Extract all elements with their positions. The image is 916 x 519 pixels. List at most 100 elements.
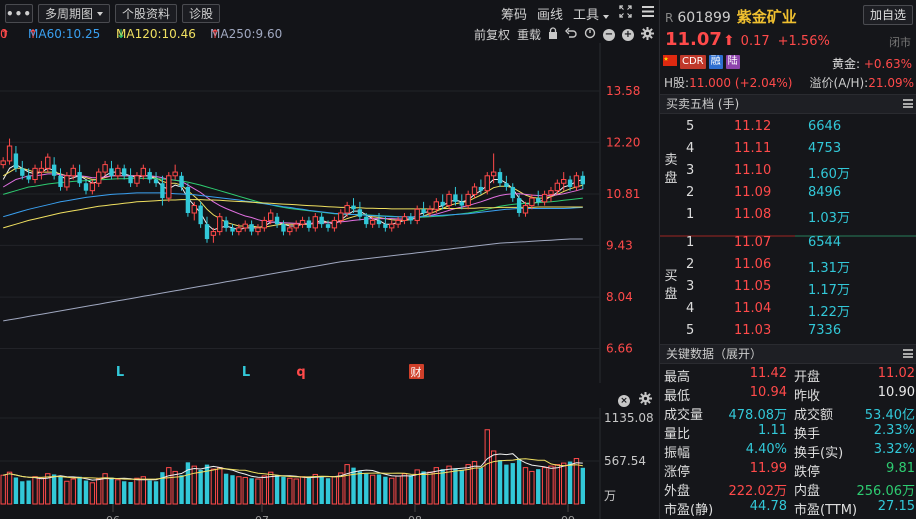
stock-diagnosis-button[interactable]: 诊股 <box>182 4 221 23</box>
candle-body <box>261 219 268 229</box>
forward-adjust-toggle[interactable]: 前复权 <box>474 26 510 43</box>
candle-body <box>401 216 408 221</box>
more-button[interactable]: ••• <box>5 4 33 23</box>
event-marker[interactable]: L <box>116 365 124 380</box>
reset-icon[interactable] <box>584 27 596 42</box>
candle-body <box>580 175 585 185</box>
chevron-down-icon <box>97 11 104 16</box>
candle-body <box>70 167 76 177</box>
candle-body <box>504 183 509 187</box>
ask-row[interactable]: 5 11.12 6646 <box>682 116 916 138</box>
volume-bar <box>217 467 223 505</box>
price-tick-label: 9.43 <box>606 238 633 252</box>
bid-level: 1 <box>686 235 695 250</box>
ask-row[interactable]: 1 11.08 1.03万 <box>682 204 916 226</box>
bid-row[interactable]: 4 11.04 1.22万 <box>682 298 916 320</box>
candle-body <box>274 216 280 225</box>
bid-row[interactable]: 3 11.05 1.17万 <box>682 276 916 298</box>
date-tick-label: 09 <box>561 514 575 519</box>
candle-body <box>147 172 152 180</box>
candle-body <box>325 224 331 228</box>
candle-body <box>490 171 497 177</box>
fullscreen-icon[interactable] <box>619 5 632 22</box>
volume-bar <box>319 475 324 504</box>
event-marker[interactable]: L <box>242 365 250 380</box>
candle-body <box>223 220 229 228</box>
candle-body <box>166 175 172 199</box>
volume-bar <box>13 477 19 504</box>
volume-bar <box>312 473 318 505</box>
candlestick-chart[interactable]: 13.58 12.20 10.81 9.43 8.04 6.66 L Lq 财 <box>0 43 658 383</box>
key-data-header[interactable]: 关键数据（展开） <box>660 344 916 364</box>
volume-bar <box>325 478 331 504</box>
settings-gear-icon[interactable] <box>641 26 654 43</box>
chevron-down-icon <box>603 15 609 19</box>
zoom-out-icon[interactable]: − <box>603 28 615 41</box>
indicator-settings-gear-icon[interactable] <box>639 392 652 408</box>
volume-bar <box>64 480 70 505</box>
candle-body <box>204 224 210 240</box>
reload-button[interactable]: 重载 <box>517 26 541 43</box>
tools-menu[interactable]: 工具 <box>573 4 609 23</box>
candle-body <box>541 193 548 203</box>
lock-icon[interactable] <box>548 27 558 42</box>
menu-icon[interactable] <box>903 349 913 358</box>
volume-bar <box>255 478 261 505</box>
menu-icon[interactable] <box>642 6 654 21</box>
bid-row[interactable]: 1 11.07 6544 <box>682 232 916 254</box>
ask-row[interactable]: 3 11.10 1.60万 <box>682 160 916 182</box>
volume-bar <box>408 475 414 504</box>
volume-bar <box>20 481 25 504</box>
volume-bar <box>357 471 363 504</box>
volume-bar <box>484 429 490 505</box>
volume-bar <box>83 480 89 504</box>
bid-row[interactable]: 2 11.06 1.31万 <box>682 254 916 276</box>
key-data-value: 2.33% <box>873 423 915 438</box>
key-data-row: 外盘 222.02万 内盘 256.06万 <box>660 479 916 499</box>
volume-bar <box>293 478 299 505</box>
volume-chart[interactable]: 1135.08 567.54 万 06 07 08 09 <box>0 408 658 519</box>
candle-body <box>172 171 178 177</box>
candle-body <box>255 227 261 233</box>
candle-body <box>230 227 235 232</box>
financial-report-marker[interactable]: 财 <box>411 365 422 379</box>
candle-body <box>51 164 57 176</box>
event-marker[interactable]: q <box>296 365 305 380</box>
multi-period-button[interactable]: 多周期图 <box>38 4 111 23</box>
draw-line-link[interactable]: 画线 <box>537 4 563 23</box>
volume-bar <box>331 476 338 505</box>
volume-bar <box>281 476 286 504</box>
volume-bar <box>274 475 280 504</box>
ask-row[interactable]: 2 11.09 8496 <box>682 182 916 204</box>
candle-body <box>408 216 414 221</box>
volume-bar <box>369 474 376 505</box>
bid-level: 5 <box>686 323 695 338</box>
stock-profile-button[interactable]: 个股资料 <box>115 4 178 23</box>
candle-body <box>217 216 223 233</box>
date-tick-label: 07 <box>255 514 269 519</box>
ask-level: 5 <box>686 119 695 134</box>
key-data-row: 量比 1.11 换手 2.33% <box>660 422 916 442</box>
volume-bar <box>351 467 356 504</box>
chip-distribution-link[interactable]: 筹码 <box>501 4 527 23</box>
volume-bar <box>453 468 458 504</box>
volume-bar <box>440 469 445 504</box>
candle-body <box>83 183 89 191</box>
volume-bar <box>548 465 554 505</box>
key-data-label: 市盈(静) <box>664 503 714 518</box>
candle-body <box>160 183 165 199</box>
volume-bar <box>383 476 388 504</box>
close-indicator-icon[interactable]: × <box>618 392 630 407</box>
candle-body <box>26 175 31 180</box>
volume-bar <box>401 473 408 505</box>
candle-body <box>128 175 133 184</box>
candle-body <box>351 205 356 210</box>
undo-icon[interactable] <box>565 27 577 42</box>
bid-row[interactable]: 5 11.03 7336 <box>682 320 916 342</box>
ask-row[interactable]: 4 11.11 4753 <box>682 138 916 160</box>
volume-bar <box>536 469 541 504</box>
volume-bar <box>172 470 178 505</box>
key-data-label: 昨收 <box>794 389 821 404</box>
volume-bar <box>96 478 102 505</box>
zoom-in-icon[interactable]: + <box>622 28 634 41</box>
